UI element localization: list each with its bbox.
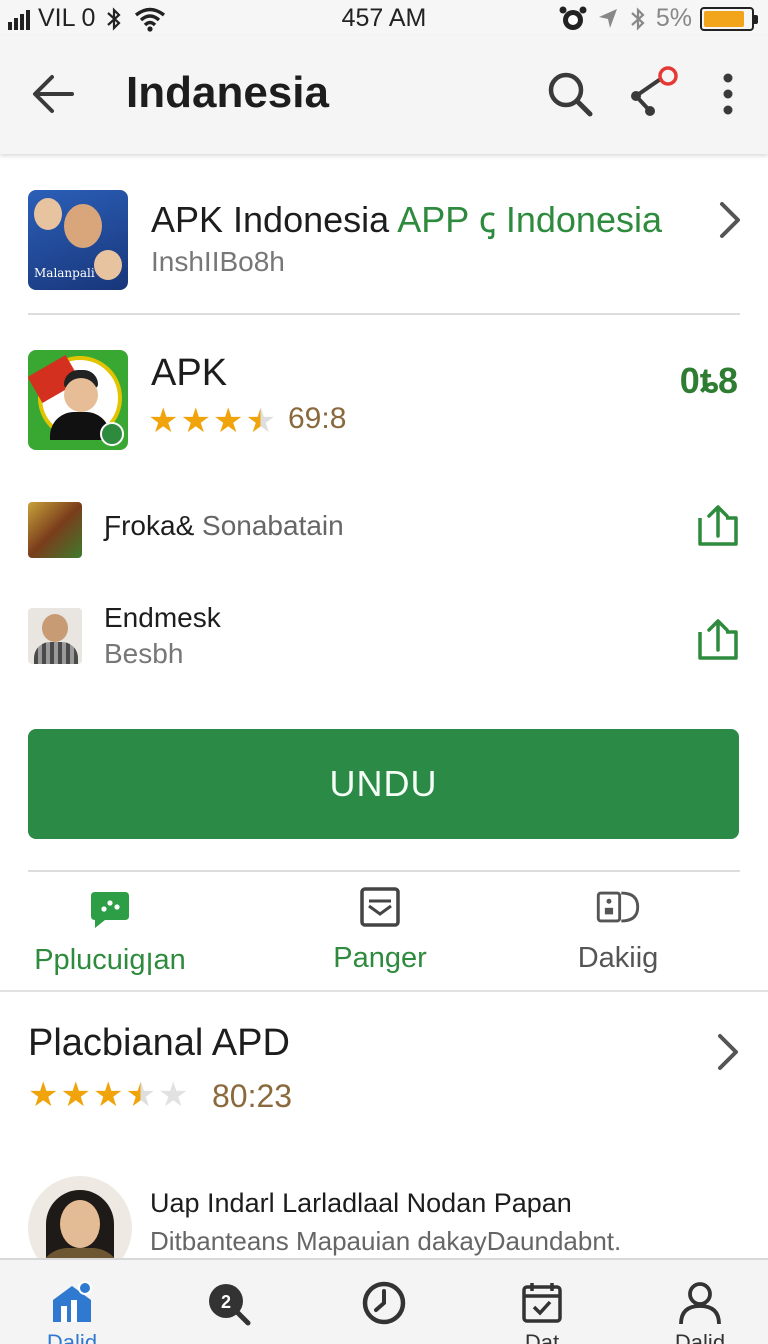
list-item-title-main: Ƒroka& (104, 510, 195, 541)
section-rating-value: 80:23 (212, 1078, 293, 1114)
nav-item-home[interactable]: Dalid (42, 1278, 102, 1344)
tab-label: Dakiig (577, 942, 659, 974)
list-item-title: Ƒroka& Sonabatain (104, 510, 344, 542)
featured-app-name-highlight: APP ꞔ Indonesia (397, 199, 662, 240)
review-title: Uap Indarl Larladlaal Nodan Papan (150, 1188, 572, 1218)
nav-label: Dalid (46, 1330, 98, 1344)
clock-icon (362, 1281, 406, 1325)
tab-panger[interactable]: Panger (280, 884, 480, 984)
share-upload-icon[interactable] (696, 502, 740, 550)
featured-app-name-main: APK Indonesia (151, 199, 390, 240)
featured-app-name: APK Indonesia APP ꞔ Indonesia (151, 194, 662, 243)
chat-bubble-icon (91, 892, 129, 928)
nav-label (198, 1330, 258, 1344)
tab-label: Panger (333, 942, 427, 974)
star-icon: ★ (92, 1076, 124, 1114)
star-half-icon: ★ (245, 402, 276, 440)
bluetooth-icon (631, 6, 645, 31)
nav-label: Dat (524, 1330, 560, 1344)
tab-pplucuiglan[interactable]: Pplucuigꞁan (10, 884, 210, 984)
nav-item-calendar[interactable]: Dat (512, 1278, 572, 1344)
divider (28, 313, 740, 315)
review-item[interactable]: Uap Indarl Larladlaal Nodan Papan Ditban… (0, 1176, 768, 1280)
more-vert-icon[interactable] (700, 66, 756, 122)
battery-icon (700, 6, 758, 31)
list-item-avatar (28, 608, 82, 664)
tab-dakiig[interactable]: Dakiig (518, 884, 718, 984)
star-half-icon: ★ (125, 1076, 156, 1114)
list-item-title-secondary: Sonabatain (202, 510, 344, 541)
share-icon[interactable] (626, 66, 682, 122)
app-rating-value: 69:8 (288, 402, 347, 435)
featured-thumbnail-caption: Malanpali (34, 266, 95, 280)
app-row[interactable]: APK ★ ★ ★ ★ 69:8 0ȶ8 (0, 336, 768, 456)
back-arrow-icon[interactable] (26, 66, 82, 122)
device-icon (596, 891, 640, 923)
search-icon[interactable] (542, 66, 598, 122)
list-item-title: Endmesk (104, 602, 221, 633)
profile-icon (679, 1282, 721, 1325)
star-icon: ★ (60, 1076, 91, 1114)
featured-app-row[interactable]: Malanpali APK Indonesia APP ꞔ Indonesia … (0, 172, 768, 314)
tab-label: Pplucuigꞁan (34, 944, 186, 976)
chevron-right-icon[interactable] (712, 1030, 746, 1074)
status-bar: VIL 0 457 AM 5% (0, 0, 768, 36)
app-name: APK (151, 352, 228, 394)
bottom-navigation: Dalid 2 Dat Dalid (0, 1258, 768, 1344)
list-item-subtitle: Besbh (104, 638, 184, 669)
page-title: Indanesia (126, 68, 329, 117)
nav-label (354, 1330, 414, 1344)
star-icon: ★ (212, 402, 244, 440)
status-right: 5% (558, 4, 758, 33)
inbox-icon (360, 887, 400, 927)
featured-app-thumbnail: Malanpali (28, 190, 128, 290)
app-bar: Indanesia (0, 36, 768, 154)
search-q-icon: 2 (209, 1284, 251, 1326)
star-icon: ★ (180, 402, 211, 440)
undu-button[interactable]: UNDU (28, 729, 739, 839)
location-icon (598, 8, 617, 28)
section-title: Placbianal APD (28, 1022, 290, 1064)
list-item[interactable]: Endmesk Besbh (0, 596, 768, 676)
nav-label: Dalid (674, 1330, 726, 1344)
featured-app-subtitle: InshIIBo8h (151, 246, 285, 277)
section-placbianal[interactable]: Placbianal APD ★ ★ ★ ★ ★ 80:23 (0, 1012, 768, 1142)
share-upload-icon[interactable] (696, 616, 740, 664)
review-body: Ditbanteans Mapauian dakayDaundabnt. (150, 1226, 622, 1256)
tab-bar: Pplucuigꞁan Panger Dakiig (0, 872, 768, 990)
star-icon: ★ (148, 402, 179, 440)
nav-item-profile[interactable]: Dalid (670, 1278, 730, 1344)
list-item[interactable]: Ƒroka& Sonabatain (0, 490, 768, 570)
list-item-thumbnail (28, 502, 82, 558)
star-icon: ★ (28, 1076, 59, 1114)
divider (0, 990, 768, 992)
app-price: 0ȶ8 (679, 360, 738, 401)
calendar-icon (522, 1283, 562, 1323)
svg-text:2: 2 (221, 1292, 231, 1312)
star-empty-icon: ★ (157, 1076, 189, 1114)
battery-percent: 5% (655, 4, 692, 32)
section-star-rating: ★ ★ ★ ★ ★ (28, 1078, 188, 1112)
chevron-right-icon[interactable] (710, 198, 750, 242)
app-star-rating: ★ ★ ★ ★ (148, 404, 276, 438)
app-icon (28, 350, 128, 450)
alarm-icon (559, 6, 587, 30)
nav-item-search[interactable]: 2 (198, 1278, 258, 1344)
nav-item-history[interactable] (354, 1278, 414, 1344)
home-chart-icon (53, 1281, 92, 1322)
